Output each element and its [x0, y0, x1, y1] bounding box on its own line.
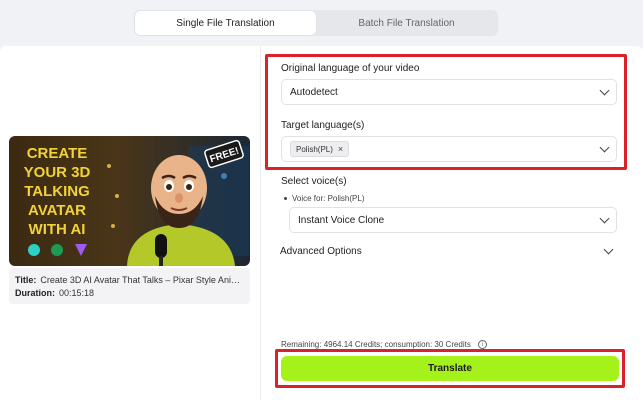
credits-text: Remaining: 4964.14 Credits; consumption:… — [281, 340, 471, 349]
app-logo-icon — [28, 244, 40, 256]
language-highlight-box — [265, 54, 627, 170]
video-meta: Title: Create 3D AI Avatar That Talks – P… — [9, 268, 250, 304]
title-label: Title: — [15, 275, 37, 285]
select-voice-label: Select voice(s) — [281, 176, 347, 187]
thumbnail-title-line-3: TALKING — [24, 183, 90, 200]
translate-highlight-box — [275, 349, 625, 388]
advanced-options-toggle[interactable]: Advanced Options — [272, 238, 620, 264]
thumbnail-title-line-4: AVATAR — [28, 202, 86, 219]
video-duration: 00:15:18 — [59, 288, 95, 298]
thumbnail-title-line-5: WITH AI — [29, 221, 86, 238]
advanced-options-label: Advanced Options — [280, 245, 362, 257]
thumbnail-title-line-1: CREATE — [27, 145, 88, 162]
tab-single-file[interactable]: Single File Translation — [135, 11, 316, 35]
translation-mode-tabs: Single File Translation Batch File Trans… — [134, 10, 498, 36]
duration-label: Duration: — [15, 288, 55, 298]
thumbnail-title-line-2: YOUR 3D — [24, 164, 91, 181]
column-divider — [260, 46, 261, 400]
video-title: Create 3D AI Avatar That Talks – Pixar S… — [40, 275, 244, 285]
info-icon[interactable]: i — [477, 340, 487, 349]
voice-for-label: Voice for: Polish(PL) — [284, 194, 364, 203]
chevron-down-icon — [599, 213, 610, 223]
voice-value: Instant Voice Clone — [298, 214, 385, 226]
credits-info: Remaining: 4964.14 Credits; consumption:… — [281, 340, 487, 349]
openai-logo-icon — [51, 244, 63, 256]
chevron-down-icon — [603, 244, 614, 254]
voice-select[interactable]: Instant Voice Clone — [289, 207, 617, 233]
tab-batch-file[interactable]: Batch File Translation — [316, 11, 497, 35]
video-thumbnail[interactable]: CREATE YOUR 3D TALKING AVATAR WITH AI FR… — [9, 136, 250, 266]
thumbnail-image: CREATE YOUR 3D TALKING AVATAR WITH AI FR… — [9, 136, 250, 266]
